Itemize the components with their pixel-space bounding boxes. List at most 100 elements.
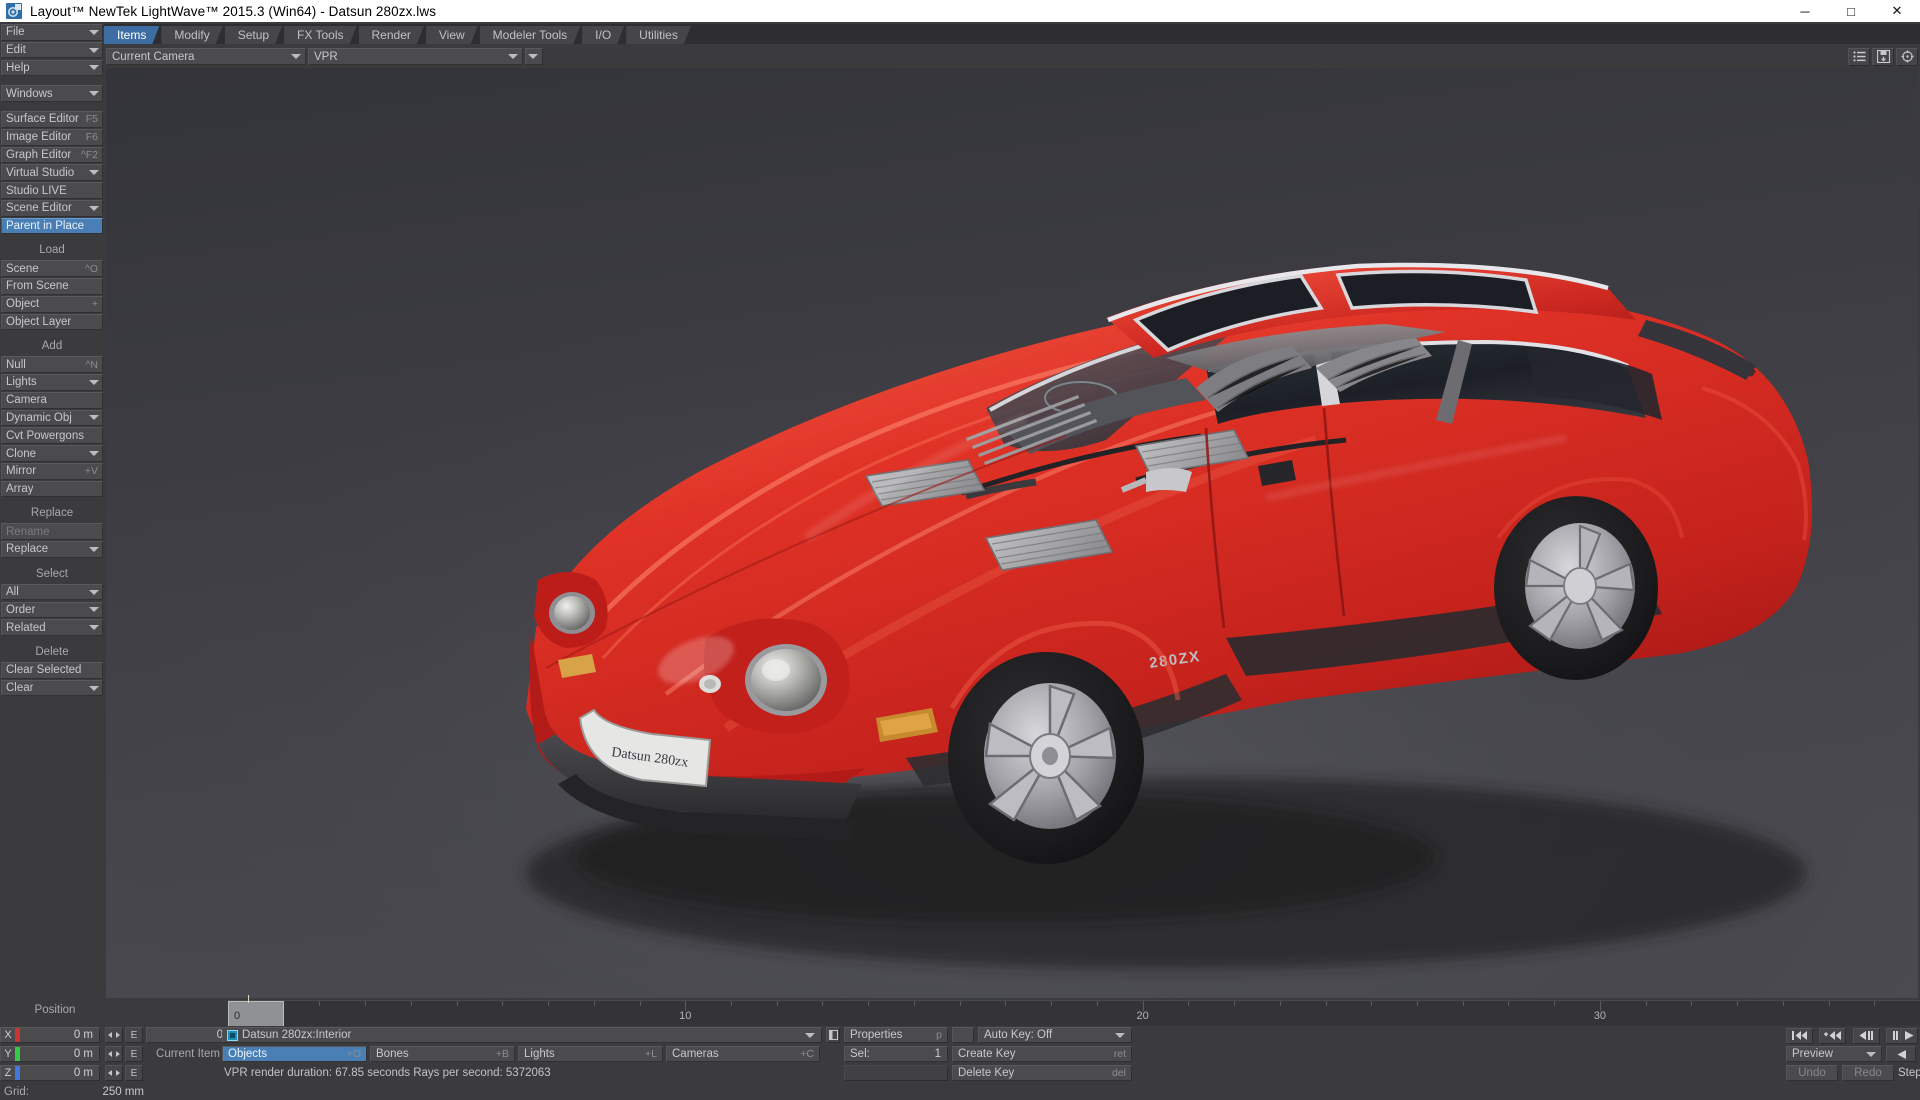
- sidebar-item-label: Surface Editor: [6, 113, 79, 126]
- play-reverse-button[interactable]: [1886, 1046, 1916, 1062]
- window-title: Layout™ NewTek LightWave™ 2015.3 (Win64)…: [30, 3, 437, 19]
- sidebar-item-surface-editor[interactable]: Surface Editor F5: [1, 111, 103, 128]
- delete-key-button[interactable]: Delete Key del: [952, 1065, 1132, 1081]
- sel-label: Sel:: [850, 1048, 870, 1060]
- sidebar-item-replace[interactable]: Replace: [1, 541, 103, 558]
- sidebar-item-load-object-layer[interactable]: Object Layer: [1, 313, 103, 331]
- maximize-button[interactable]: □: [1828, 0, 1874, 22]
- autokey-toggle[interactable]: [952, 1027, 974, 1043]
- properties-button[interactable]: Properties p: [844, 1027, 948, 1043]
- preview-dropdown[interactable]: Preview: [1786, 1046, 1882, 1062]
- sel-value: 1: [934, 1048, 941, 1060]
- position-x-expand-button[interactable]: E: [125, 1027, 143, 1043]
- mode-button-bones[interactable]: Bones +B: [370, 1046, 515, 1062]
- frame-number-field[interactable]: 0: [146, 1027, 230, 1043]
- prev-key-button[interactable]: [1819, 1027, 1847, 1044]
- sidebar-item-select-all[interactable]: All: [1, 583, 103, 601]
- create-key-button[interactable]: Create Key ret: [952, 1046, 1132, 1062]
- render-mode-dropdown[interactable]: VPR: [308, 48, 523, 65]
- sidebar-item-array[interactable]: Array: [1, 480, 103, 498]
- tab-view[interactable]: View: [426, 26, 478, 44]
- sidebar-item-cvt-powergons[interactable]: Cvt Powergons: [1, 427, 103, 445]
- step-back-button[interactable]: [1852, 1027, 1880, 1044]
- sidebar-item-add-camera[interactable]: Camera: [1, 391, 103, 409]
- sidebar-item-load-scene[interactable]: Scene ^O: [1, 260, 103, 277]
- crosshair-target-icon[interactable]: [1896, 47, 1918, 66]
- sidebar-item-clone[interactable]: Clone: [1, 445, 103, 462]
- timeline-tick: [1096, 1001, 1098, 1006]
- 3d-viewport[interactable]: 280ZX Datsun 280zx: [106, 68, 1918, 998]
- position-y-drag-handle[interactable]: [105, 1046, 123, 1062]
- undo-button[interactable]: Undo: [1786, 1065, 1838, 1081]
- position-x-drag-handle[interactable]: [105, 1027, 123, 1043]
- sidebar-item-image-editor[interactable]: Image Editor F6: [1, 128, 103, 146]
- sidebar-item-scene-editor[interactable]: Scene Editor: [1, 200, 103, 217]
- lightwave-logo-icon: [6, 3, 22, 19]
- application-frame: File Edit Help Windows Surface Editor F5…: [0, 22, 1920, 1098]
- tab-modify[interactable]: Modify: [161, 26, 222, 44]
- sidebar-menu-windows[interactable]: Windows: [1, 85, 103, 102]
- close-button[interactable]: ✕: [1874, 0, 1920, 22]
- sidebar-item-clear-selected[interactable]: Clear Selected: [1, 661, 103, 679]
- tab-utilities[interactable]: Utilities: [626, 26, 691, 44]
- render-mode-options-dropdown[interactable]: [525, 48, 543, 65]
- sidebar-item-mirror[interactable]: Mirror +V: [1, 463, 103, 480]
- position-x-field[interactable]: X 0 m: [0, 1027, 100, 1043]
- tab-modeler-tools[interactable]: Modeler Tools: [480, 26, 580, 44]
- transform-panel-title: Position: [34, 1004, 76, 1016]
- sidebar-item-add-lights[interactable]: Lights: [1, 374, 103, 391]
- sidebar-item-graph-editor[interactable]: Graph Editor ^F2: [1, 146, 103, 164]
- tab-render[interactable]: Render: [359, 26, 424, 44]
- mode-button-label: Objects: [228, 1048, 267, 1060]
- timeline-tick: [319, 1001, 321, 1006]
- autokey-dropdown[interactable]: Auto Key: Off: [978, 1027, 1132, 1043]
- camera-select-dropdown[interactable]: Current Camera: [106, 48, 306, 65]
- shortcut-key: ^N: [85, 358, 98, 371]
- item-properties-panel-icon[interactable]: [826, 1027, 840, 1043]
- current-item-dropdown[interactable]: Datsun 280zx:Interior: [222, 1027, 822, 1043]
- sidebar-item-rename[interactable]: Rename: [1, 523, 103, 540]
- mode-button-lights[interactable]: Lights +L: [518, 1046, 663, 1062]
- save-disk-icon[interactable]: [1872, 47, 1894, 66]
- timeline-tick: [1782, 1001, 1784, 1006]
- axis-x-label: X: [4, 1029, 12, 1041]
- list-icon[interactable]: [1848, 47, 1870, 66]
- timeline-ticks: 10 20 30: [228, 1001, 1920, 1026]
- position-y-expand-button[interactable]: E: [125, 1046, 143, 1062]
- sidebar-item-clear[interactable]: Clear: [1, 679, 103, 697]
- tab-setup[interactable]: Setup: [225, 26, 282, 44]
- sidebar-item-virtual-studio[interactable]: Virtual Studio: [1, 164, 103, 182]
- shortcut-key: del: [1111, 1067, 1126, 1079]
- mode-button-cameras[interactable]: Cameras +C: [666, 1046, 820, 1062]
- timeline-frame-cursor[interactable]: 0: [228, 1001, 284, 1027]
- timeline-ruler[interactable]: 10 20 30 0: [228, 995, 1920, 1027]
- current-item-value: Datsun 280zx:Interior: [242, 1029, 352, 1041]
- sidebar-item-select-related[interactable]: Related: [1, 619, 103, 636]
- sidebar-item-add-dynamic-obj[interactable]: Dynamic Obj: [1, 409, 103, 427]
- position-y-field[interactable]: Y 0 m: [0, 1046, 100, 1062]
- sidebar-menu-edit[interactable]: Edit: [1, 41, 103, 59]
- sidebar-item-select-order[interactable]: Order: [1, 601, 103, 619]
- redo-button[interactable]: Redo: [1842, 1065, 1894, 1081]
- sidebar-item-load-object[interactable]: Object +: [1, 295, 103, 313]
- tab-label: Setup: [237, 28, 270, 42]
- tab-io[interactable]: I/O: [582, 26, 624, 44]
- sidebar-item-studio-live[interactable]: Studio LIVE: [1, 182, 103, 199]
- minimize-button[interactable]: ─: [1782, 0, 1828, 22]
- sidebar-item-add-null[interactable]: Null ^N: [1, 356, 103, 373]
- mode-button-objects[interactable]: Objects +O: [222, 1046, 367, 1062]
- play-forward-button[interactable]: [1900, 1027, 1920, 1045]
- tab-items[interactable]: Items: [104, 26, 159, 44]
- sidebar-item-load-from-scene[interactable]: From Scene: [1, 278, 103, 295]
- chevron-down-icon: [528, 54, 538, 59]
- chevron-down-icon: [89, 589, 99, 595]
- position-z-expand-button[interactable]: E: [125, 1065, 143, 1081]
- sidebar-menu-file[interactable]: File: [1, 24, 103, 41]
- go-to-start-button[interactable]: [1786, 1027, 1813, 1044]
- position-z-drag-handle[interactable]: [105, 1065, 123, 1081]
- sidebar-menu-help[interactable]: Help: [1, 59, 103, 77]
- sidebar-item-parent-in-place[interactable]: Parent in Place: [1, 217, 103, 235]
- position-z-field[interactable]: Z 0 m: [0, 1065, 100, 1081]
- tab-fx-tools[interactable]: FX Tools: [284, 26, 356, 44]
